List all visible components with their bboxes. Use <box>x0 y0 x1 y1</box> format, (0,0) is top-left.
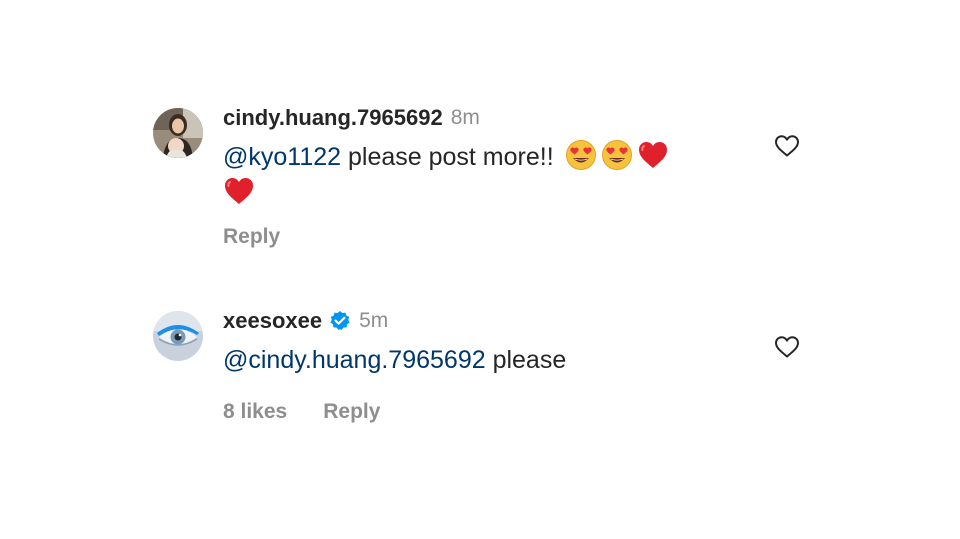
mention-link[interactable]: @kyo1122 <box>223 143 341 171</box>
reply-button[interactable]: Reply <box>323 400 380 424</box>
username[interactable]: xeesoxee <box>223 308 322 334</box>
timestamp: 5m <box>359 309 389 332</box>
heart-icon[interactable] <box>774 335 800 359</box>
comment-message: please post more!! <box>341 143 561 171</box>
heart-eyes-icon <box>565 139 597 171</box>
heart-icon[interactable] <box>774 134 800 158</box>
mention-link[interactable]: @cindy.huang.7965692 <box>223 346 486 374</box>
username[interactable]: cindy.huang.7965692 <box>223 105 443 131</box>
comment-body: xeesoxee 5m @cindy.huang.7965692 please … <box>223 306 733 424</box>
comment-body: cindy.huang.7965692 8m @kyo1122 please p… <box>223 103 733 249</box>
comment-actions: 8 likes Reply <box>223 400 733 424</box>
comment-text: @cindy.huang.7965692 please <box>223 342 733 378</box>
comment-text: @kyo1122 please post more!! <box>223 139 733 211</box>
comment-actions: Reply <box>223 225 733 249</box>
red-heart-icon <box>637 139 669 171</box>
comment-message: please <box>485 346 567 374</box>
avatar[interactable] <box>153 311 203 361</box>
comments-section: cindy.huang.7965692 8m @kyo1122 please p… <box>0 0 960 539</box>
reply-button[interactable]: Reply <box>223 225 280 249</box>
comment-header: xeesoxee 5m <box>223 306 733 336</box>
likes-count-button[interactable]: 8 likes <box>223 400 287 424</box>
red-heart-icon <box>223 175 255 207</box>
heart-eyes-icon <box>601 139 633 171</box>
comment-header: cindy.huang.7965692 8m <box>223 103 733 133</box>
verified-badge-icon <box>329 310 351 332</box>
timestamp: 8m <box>450 106 480 129</box>
avatar[interactable] <box>153 108 203 158</box>
